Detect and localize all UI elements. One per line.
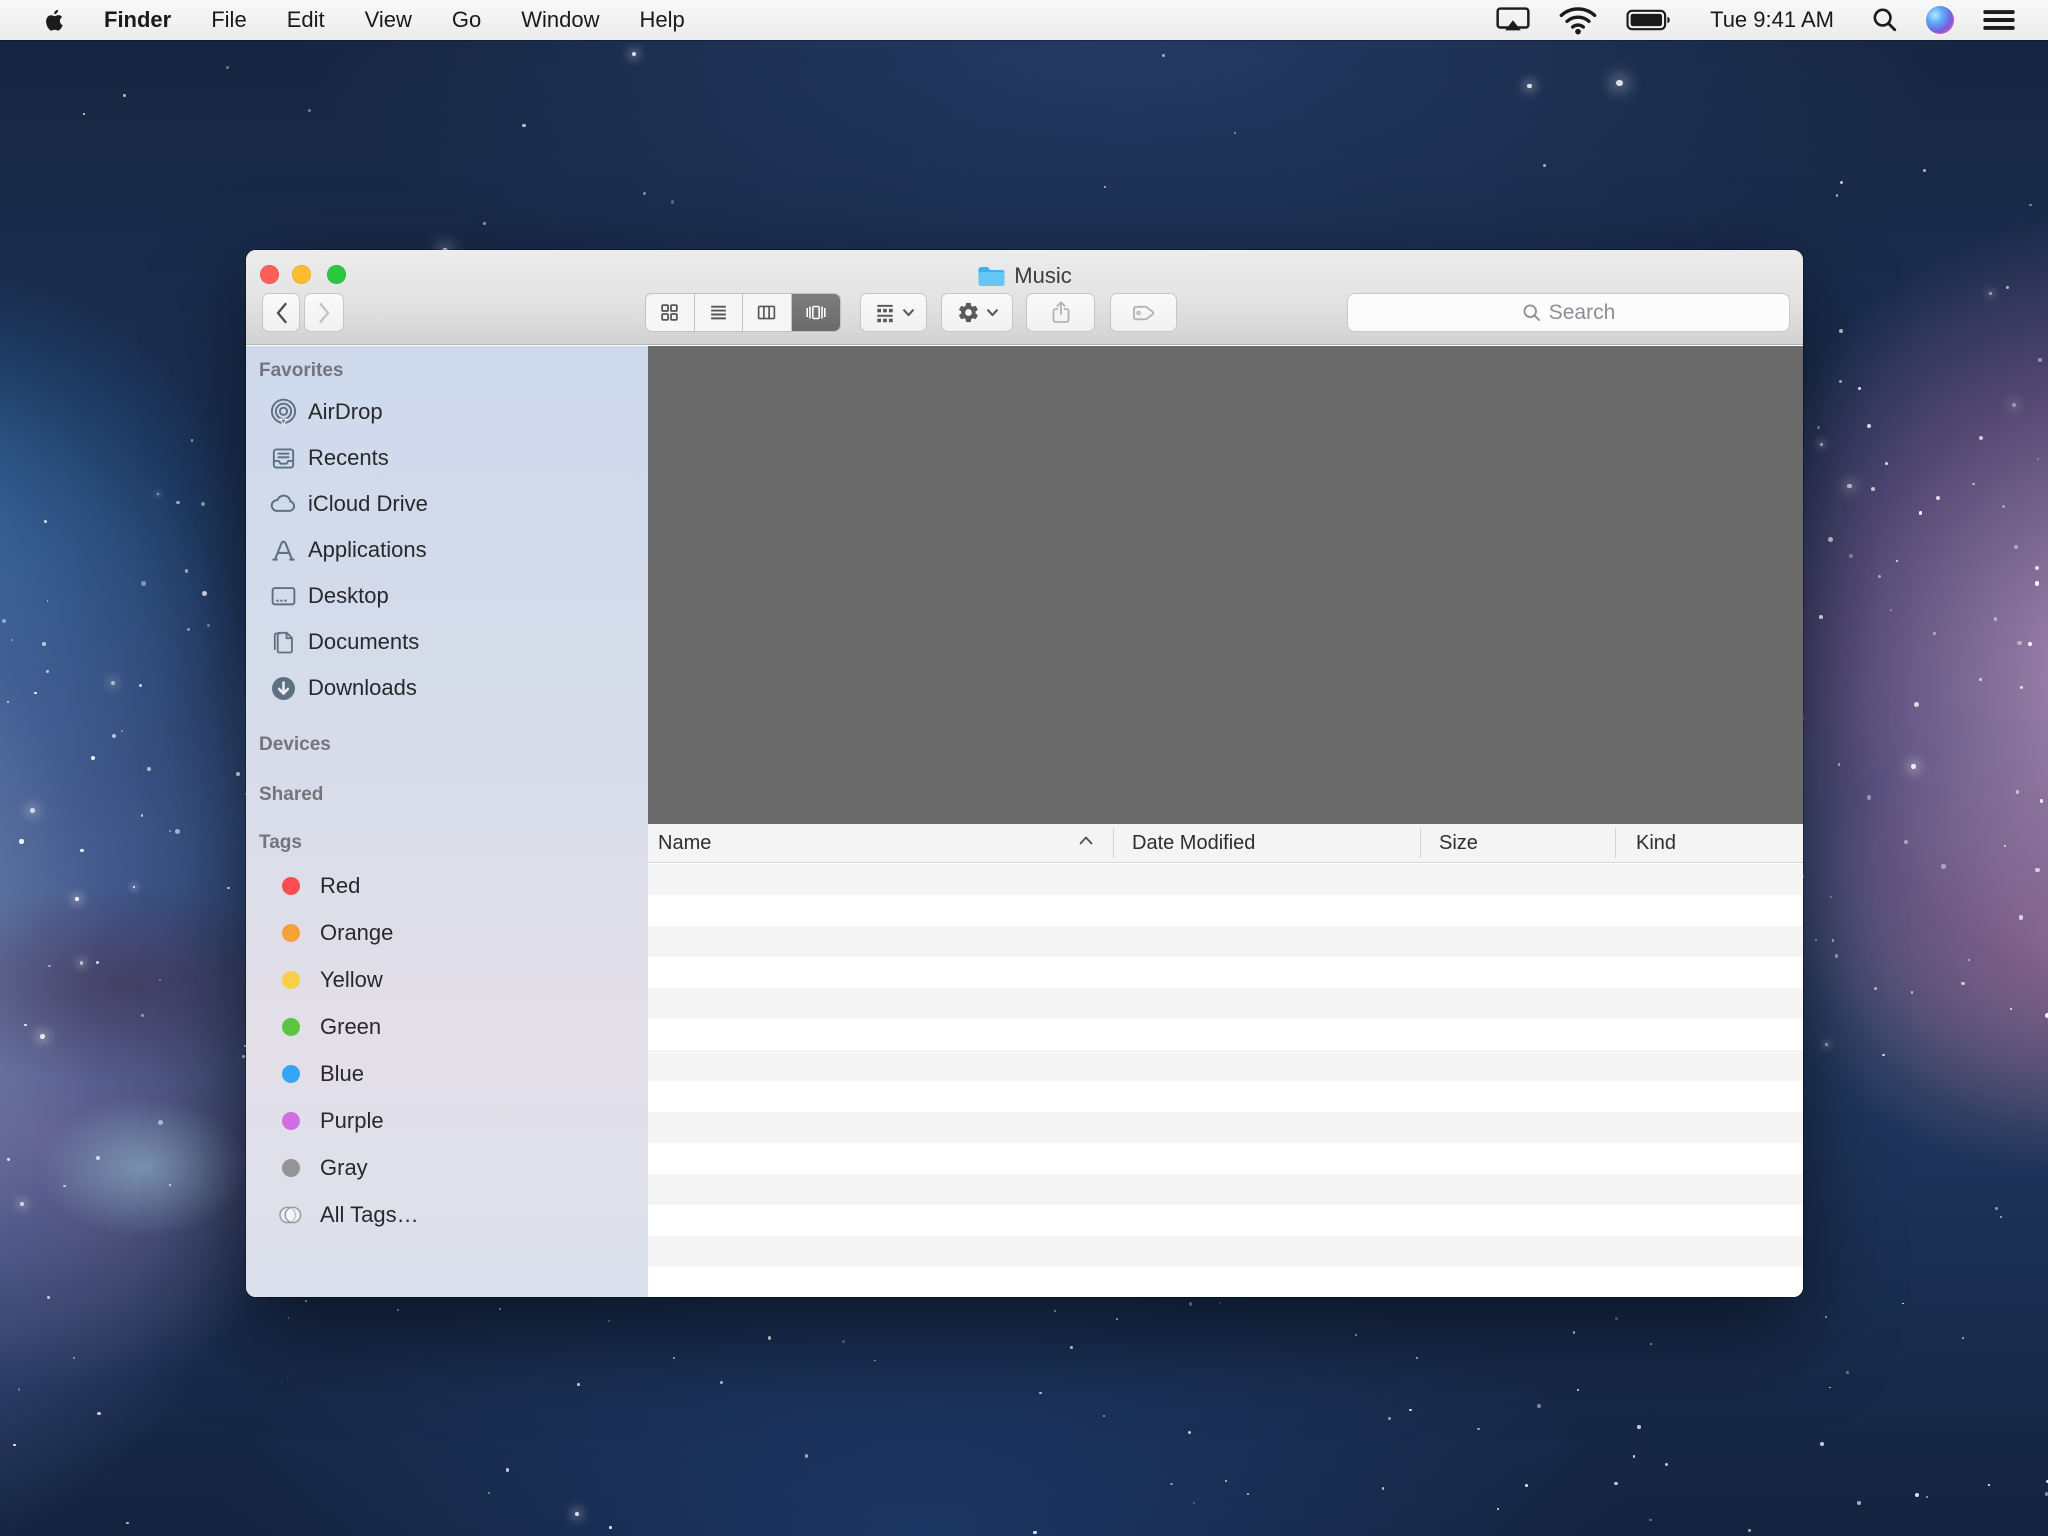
sidebar-item-downloads[interactable]: Downloads	[246, 665, 648, 711]
wifi-icon[interactable]	[1558, 5, 1598, 35]
tag-color-dot	[282, 877, 300, 895]
downloads-icon	[268, 673, 298, 703]
desktop-icon	[268, 581, 298, 611]
tag-color-dot	[282, 924, 300, 942]
chevron-down-icon	[903, 309, 914, 317]
menu-help[interactable]: Help	[640, 7, 685, 33]
documents-icon	[268, 627, 298, 657]
group-by-button[interactable]	[860, 293, 927, 332]
finder-window: Music	[246, 250, 1803, 1297]
desktop: { "menu_bar": { "app_name": "Finder", "m…	[0, 0, 2048, 1536]
icloud-drive-icon	[268, 489, 298, 519]
column-header-kind[interactable]: Kind	[1636, 824, 1676, 862]
folder-icon	[977, 265, 1005, 288]
sidebar-tag-red[interactable]: Red	[246, 863, 648, 909]
gear-icon	[957, 301, 980, 324]
list-header: Name Date Modified Size Kind	[648, 824, 1803, 863]
menu-app-name[interactable]: Finder	[104, 7, 171, 33]
tag-color-dot	[282, 1065, 300, 1083]
view-as-columns-button[interactable]	[743, 294, 792, 331]
sidebar-item-recents[interactable]: Recents	[246, 435, 648, 481]
column-header-size[interactable]: Size	[1439, 824, 1478, 862]
file-list[interactable]	[648, 864, 1803, 1297]
window-title-area: Music	[246, 262, 1803, 290]
back-button[interactable]	[262, 293, 300, 332]
menu-window[interactable]: Window	[521, 7, 599, 33]
sidebar-tag-gray[interactable]: Gray	[246, 1145, 648, 1191]
sidebar-item-airdrop[interactable]: AirDrop	[246, 389, 648, 435]
search-icon	[1522, 303, 1542, 323]
sidebar-tag-green[interactable]: Green	[246, 1004, 648, 1050]
sidebar-tag-yellow[interactable]: Yellow	[246, 957, 648, 1003]
view-as-gallery-button[interactable]	[792, 294, 841, 331]
forward-button[interactable]	[304, 293, 344, 332]
view-as-list-button[interactable]	[695, 294, 744, 331]
gallery-preview-area[interactable]	[648, 346, 1803, 824]
sidebar-tag-orange[interactable]: Orange	[246, 910, 648, 956]
window-title: Music	[1014, 263, 1071, 289]
edit-tags-button[interactable]	[1110, 293, 1177, 332]
column-header-date-modified[interactable]: Date Modified	[1132, 824, 1255, 862]
sidebar-item-all-tags[interactable]: All Tags…	[246, 1192, 648, 1238]
sidebar-section-favorites: Favorites	[259, 360, 343, 382]
battery-icon[interactable]	[1626, 8, 1672, 32]
sidebar: Favorites AirDrop Recents iCloud Drive	[246, 346, 648, 1297]
siri-icon[interactable]	[1926, 6, 1954, 34]
window-titlebar: Music	[246, 250, 1803, 345]
tag-color-dot	[282, 1159, 300, 1177]
sort-ascending-icon	[1078, 835, 1094, 846]
spotlight-icon[interactable]	[1872, 7, 1898, 33]
search-input[interactable]: Search	[1347, 293, 1790, 332]
recents-icon	[268, 443, 298, 473]
menu-file[interactable]: File	[211, 7, 246, 33]
share-button[interactable]	[1026, 293, 1095, 332]
sidebar-tag-purple[interactable]: Purple	[246, 1098, 648, 1144]
airplay-icon[interactable]	[1496, 7, 1530, 33]
menu-view[interactable]: View	[365, 7, 412, 33]
applications-icon	[268, 535, 298, 565]
tag-color-dot	[282, 1112, 300, 1130]
notification-center-icon[interactable]	[1982, 7, 2016, 33]
action-menu-button[interactable]	[941, 293, 1013, 332]
all-tags-icon	[278, 1202, 304, 1228]
chevron-down-icon	[987, 309, 998, 317]
airdrop-icon	[268, 397, 298, 427]
apple-menu-icon[interactable]	[44, 9, 64, 32]
sidebar-item-icloud-drive[interactable]: iCloud Drive	[246, 481, 648, 527]
sidebar-section-devices: Devices	[259, 734, 331, 756]
file-view: Name Date Modified Size Kind	[648, 346, 1803, 1297]
sidebar-tag-blue[interactable]: Blue	[246, 1051, 648, 1097]
tag-color-dot	[282, 971, 300, 989]
menu-bar: Finder File Edit View Go Window Help Tue…	[0, 0, 2048, 40]
menu-go[interactable]: Go	[452, 7, 481, 33]
sidebar-item-documents[interactable]: Documents	[246, 619, 648, 665]
view-mode-segmented-control	[645, 293, 841, 332]
tag-color-dot	[282, 1018, 300, 1036]
search-placeholder: Search	[1549, 301, 1616, 325]
view-as-icons-button[interactable]	[646, 294, 695, 331]
column-header-name[interactable]: Name	[658, 824, 711, 862]
sidebar-item-applications[interactable]: Applications	[246, 527, 648, 573]
menu-edit[interactable]: Edit	[287, 7, 325, 33]
sidebar-section-shared: Shared	[259, 784, 323, 806]
sidebar-section-tags: Tags	[259, 832, 302, 854]
sidebar-item-desktop[interactable]: Desktop	[246, 573, 648, 619]
menu-clock[interactable]: Tue 9:41 AM	[1700, 7, 1844, 33]
